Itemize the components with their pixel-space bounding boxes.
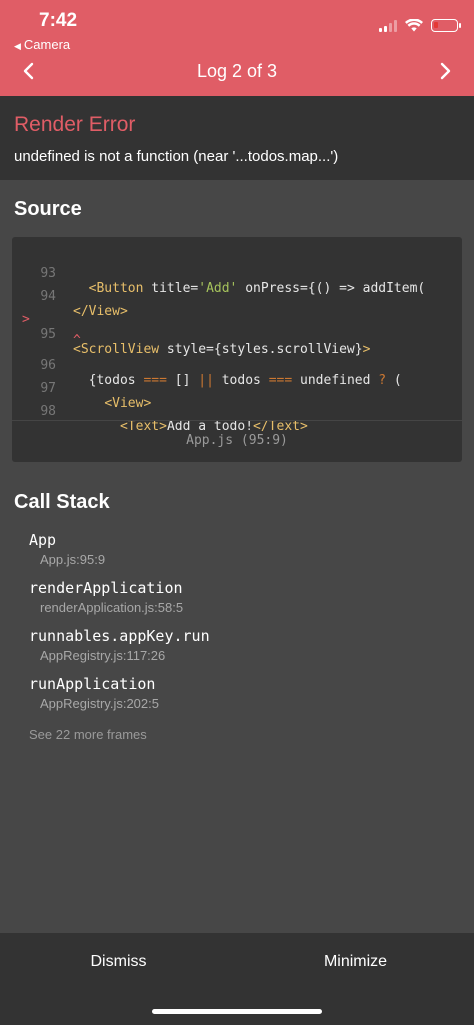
stack-frame-name[interactable]: runApplication [29,675,155,693]
status-time: 7:42 [39,10,78,31]
minimize-button[interactable]: Minimize [237,953,474,971]
header: 7:42 ◀ Camera Log 2 of 3 [0,0,474,96]
code-line: 94 </View> [12,274,462,319]
error-caret-line: ^ [12,318,462,348]
code-line-highlighted: > 95 <ScrollView style={styles.scrollVie… [12,297,462,357]
back-triangle-icon: ◀ [14,41,21,51]
code-line: 98 <Text>Add a todo!</Text> [12,389,462,434]
battery-icon [431,19,461,32]
line-number: 98 [40,404,56,419]
source-file-location[interactable]: App.js (95:9) [12,433,462,448]
battery-level [434,22,438,28]
stack-frame-location: AppRegistry.js:117:26 [40,648,166,663]
code-line: 93 <Button title='Add' onPress={() => ad… [12,251,462,296]
home-indicator[interactable] [152,1009,322,1014]
error-title: Render Error [14,113,136,136]
error-message: undefined is not a function (near '...to… [14,148,339,165]
call-stack-heading: Call Stack [14,491,110,513]
status-icons [379,19,461,32]
see-more-frames-link[interactable]: See 22 more frames [29,727,147,742]
code-line: 96 {todos === [] || todos === undefined … [12,343,462,388]
error-banner: Render Error undefined is not a function… [0,96,474,180]
stack-frame-name[interactable]: runnables.appKey.run [29,627,210,645]
source-heading: Source [14,198,82,220]
back-to-camera-link[interactable]: ◀ Camera [14,37,70,52]
chevron-right-icon[interactable] [434,60,456,82]
stack-frame-name[interactable]: renderApplication [29,579,183,597]
signal-icon [379,19,397,32]
code-line: 97 <View> [12,366,462,411]
code-divider [12,420,462,421]
log-counter-title: Log 2 of 3 [196,61,278,81]
code-text: <Text>Add a todo!</Text> [119,419,308,434]
dismiss-button[interactable]: Dismiss [0,953,237,971]
code-frame[interactable]: 93 <Button title='Add' onPress={() => ad… [12,237,462,462]
stack-frame-location: App.js:95:9 [40,552,106,567]
stack-frame-location: AppRegistry.js:202:5 [40,696,159,711]
stack-frame-location: renderApplication.js:58:5 [40,600,184,615]
wifi-icon [405,19,423,32]
back-app-label: Camera [23,37,71,52]
bottom-action-bar: Dismiss Minimize [0,933,474,1025]
stack-frame-name[interactable]: App [29,531,56,549]
